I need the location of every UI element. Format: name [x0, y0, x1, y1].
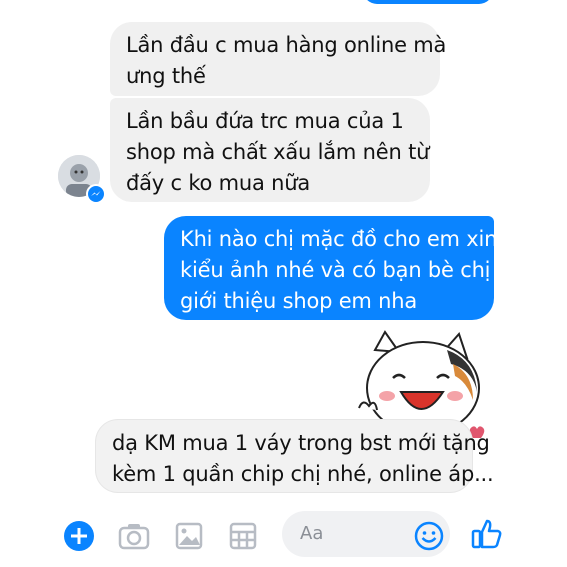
smile-icon[interactable] [412, 519, 446, 553]
messenger-badge-icon [86, 184, 106, 204]
message-line: shop mà chất xấu lắm nên từ [126, 140, 430, 164]
message-line: dạ KM mua 1 váy trong bst mới tặng [112, 431, 490, 455]
message-line: kèm 1 quần chip chị nhé, online áp... [112, 462, 494, 486]
message-line: Lần đầu c mua hàng online mà [126, 33, 447, 57]
camera-icon[interactable] [117, 519, 151, 553]
message-toolbar: Aa [0, 505, 567, 567]
message-line: đấy c ko mua nữa [126, 171, 311, 195]
image-icon[interactable] [172, 519, 206, 553]
grid-icon[interactable] [226, 519, 260, 553]
plus-icon[interactable] [62, 519, 96, 553]
incoming-message[interactable]: dạ KM mua 1 váy trong bst mới tặng kèm 1… [96, 420, 494, 492]
message-input-placeholder: Aa [300, 523, 324, 544]
message-line: Khi nào chị mặc đồ cho em xin [180, 227, 498, 251]
incoming-message[interactable]: Lần đầu c mua hàng online mà ưng thế [110, 22, 447, 96]
thumbs-up-icon[interactable] [470, 517, 504, 551]
outgoing-message[interactable]: Khi nào chị mặc đồ cho em xin kiểu ảnh n… [164, 216, 498, 320]
message-line: ưng thế [126, 64, 206, 88]
message-line: Lần bầu đứa trc mua của 1 [126, 109, 404, 133]
message-line: kiểu ảnh nhé và có bạn bè chị [180, 258, 491, 282]
message-line: giới thiệu shop em nha [180, 289, 418, 313]
chat-thread: Lần đầu c mua hàng online mà ưng thế Lần… [0, 0, 567, 505]
outgoing-message[interactable] [363, 0, 493, 4]
incoming-message[interactable]: Lần bầu đứa trc mua của 1 shop mà chất x… [110, 98, 430, 202]
